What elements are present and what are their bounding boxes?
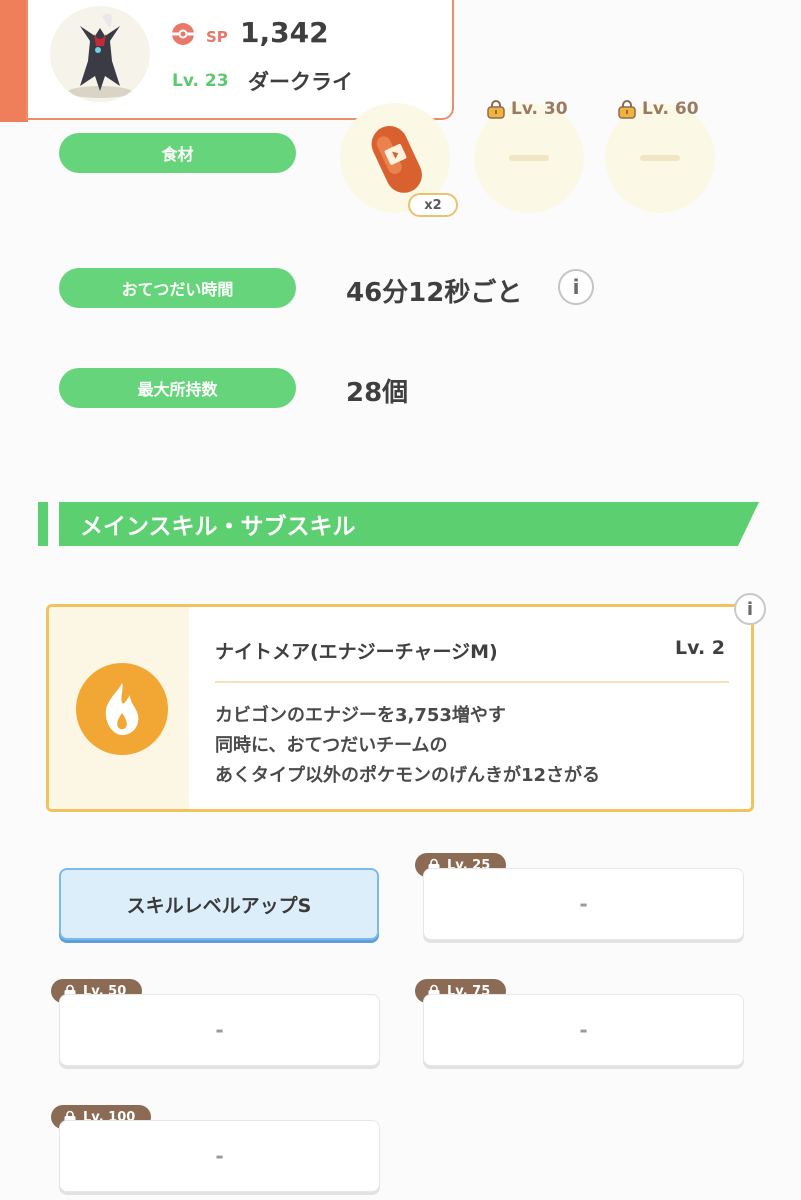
main-skill-info-icon[interactable]: i bbox=[734, 593, 766, 625]
ingredient-lock-level: Lv. 60 bbox=[642, 99, 699, 119]
pokemon-avatar bbox=[50, 6, 150, 102]
flame-icon bbox=[76, 663, 168, 755]
sp-value: 1,342 bbox=[240, 16, 329, 49]
ingredient-slot-locked-1 bbox=[474, 103, 584, 213]
ingredient-lock-lv30: Lv. 30 bbox=[486, 99, 568, 119]
sub-skill-5[interactable]: - bbox=[59, 1120, 380, 1192]
main-skill-description-line: カビゴンのエナジーを3,753増やす bbox=[215, 705, 506, 726]
lock-icon bbox=[618, 100, 636, 119]
sub-skill-4[interactable]: - bbox=[423, 994, 744, 1066]
sub-skill-2[interactable]: - bbox=[423, 868, 744, 940]
sub-skill-1[interactable]: スキルレベルアップS bbox=[59, 868, 379, 940]
help-time-label: おてつだい時間 bbox=[59, 268, 296, 308]
main-skill-name: ナイトメア(エナジーチャージM) bbox=[215, 641, 498, 663]
section-title: メインスキル・サブスキル bbox=[80, 514, 356, 540]
main-skill-description-line: 同時に、おてつだいチームの bbox=[215, 735, 448, 756]
main-skill-divider bbox=[215, 681, 729, 683]
main-skill-description-line: あくタイプ以外のポケモンのげんきが12さがる bbox=[215, 765, 601, 786]
main-skill-card[interactable]: ナイトメア(エナジーチャージM) Lv. 2 カビゴンのエナジーを3,753増や… bbox=[46, 604, 754, 812]
pokemon-level: Lv. 23 bbox=[172, 71, 229, 91]
ingredient-lock-lv60: Lv. 60 bbox=[617, 99, 699, 119]
pokemon-name: ダークライ bbox=[248, 70, 353, 94]
max-carry-value: 28個 bbox=[346, 378, 409, 408]
main-skill-level: Lv. 2 bbox=[675, 637, 725, 659]
pokeball-icon bbox=[172, 23, 194, 45]
main-skill-icon-area bbox=[49, 607, 189, 809]
header-accent-stripe bbox=[0, 0, 28, 122]
sub-skill-3[interactable]: - bbox=[59, 994, 380, 1066]
ingredient-count-badge: x2 bbox=[408, 193, 458, 217]
section-header-accent bbox=[38, 502, 48, 546]
ingredient-slot-locked-2 bbox=[605, 103, 715, 213]
help-time-info-icon[interactable]: i bbox=[558, 269, 594, 305]
lock-icon bbox=[487, 100, 505, 119]
help-time-value: 46分12秒ごと bbox=[346, 278, 523, 308]
max-carry-label: 最大所持数 bbox=[59, 368, 296, 408]
ingredient-lock-level: Lv. 30 bbox=[511, 99, 568, 119]
main-skill-description: カビゴンのエナジーを3,753増やす 同時に、おてつだいチームの あくタイプ以外… bbox=[215, 701, 600, 791]
ingredient-label: 食材 bbox=[59, 133, 296, 173]
sp-label: SP bbox=[206, 28, 228, 46]
